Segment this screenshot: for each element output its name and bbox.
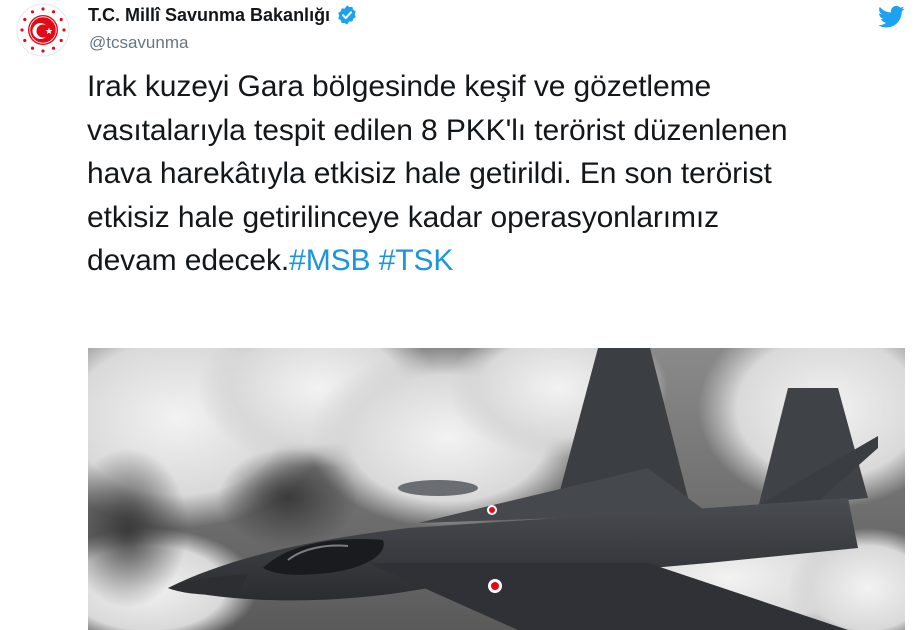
hashtag-msb-link[interactable]: #MSB bbox=[289, 244, 370, 277]
hashtag-tsk-link[interactable]: #TSK bbox=[379, 244, 454, 277]
tweet-text-line: etkisiz hale getirilinceye kadar operasy… bbox=[87, 200, 720, 234]
tweet-text-line: hava harekâtıyla etkisiz hale getirildi.… bbox=[87, 157, 772, 190]
tweet-text-line: Irak kuzeyi Gara bölgesinde keşif ve göz… bbox=[87, 70, 712, 103]
fighter-jet-image bbox=[88, 348, 905, 630]
tweet-text-fragment: devam edecek. bbox=[87, 244, 290, 277]
author-name-row[interactable]: T.C. Millî Savunma Bakanlığı bbox=[88, 3, 358, 27]
tweet-text-last-line: devam edecek.#MSB #TSK bbox=[87, 239, 917, 283]
tweet-text: Irak kuzeyi Gara bölgesinde keşif ve göz… bbox=[87, 65, 917, 283]
author-avatar[interactable] bbox=[16, 3, 70, 57]
tweet-text-line: vasıtalarıyla tespit edilen 8 PKK'lı ter… bbox=[87, 113, 788, 147]
crescent-star-emblem-icon bbox=[16, 3, 70, 57]
tweet-card: T.C. Millî Savunma Bakanlığı @tcsavunma … bbox=[0, 0, 923, 630]
author-display-name[interactable]: T.C. Millî Savunma Bakanlığı bbox=[88, 5, 330, 26]
author-handle[interactable]: @tcsavunma bbox=[89, 33, 188, 53]
verified-badge-icon bbox=[338, 5, 356, 25]
tweet-media-image[interactable] bbox=[88, 348, 905, 630]
twitter-bird-icon[interactable] bbox=[878, 5, 905, 29]
